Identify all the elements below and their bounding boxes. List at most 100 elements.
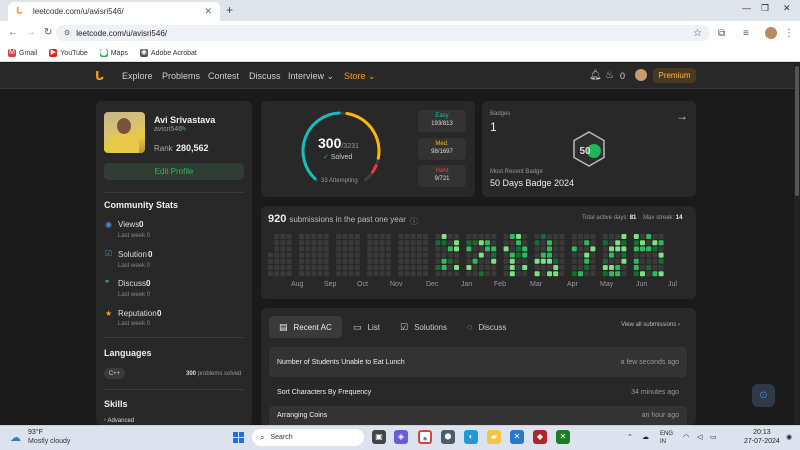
heatmap-cell[interactable] [317,240,323,246]
heatmap-cell[interactable] [466,234,472,239]
nav-problems[interactable]: Problems [162,71,200,81]
heatmap-cell[interactable] [423,271,428,277]
heatmap-cell[interactable] [485,271,490,277]
heatmap-cell[interactable] [540,271,546,277]
chrome-menu-icon[interactable]: ⋮ [784,28,794,39]
heatmap-cell[interactable] [342,234,348,239]
heatmap-cell[interactable] [311,246,317,252]
heatmap-cell[interactable] [280,258,286,264]
heatmap-cell[interactable] [509,265,515,270]
heatmap-cell[interactable] [578,252,583,258]
bookmark-maps[interactable]: ⬤ Maps [99,49,128,57]
heatmap-cell[interactable] [646,252,652,258]
tab-close-icon[interactable]: ✕ [204,6,212,17]
nav-explore[interactable]: Explore [122,71,153,81]
heatmap-cell[interactable] [323,246,329,252]
heatmap-cell[interactable] [553,234,559,239]
heatmap-cell[interactable] [646,246,652,252]
heatmap-cell[interactable] [491,265,497,270]
heatmap-cell[interactable] [658,271,664,277]
heatmap-cell[interactable] [472,252,478,258]
heatmap-cell[interactable] [404,265,410,270]
heatmap-cell[interactable] [485,240,490,246]
heatmap-cell[interactable] [640,240,645,246]
language-indicator[interactable]: ENG IN [660,430,673,446]
heatmap-cell[interactable] [547,258,552,264]
heatmap-cell[interactable] [540,234,546,239]
task-view-icon[interactable]: ▣ [372,430,386,444]
heatmap-cell[interactable] [602,252,608,258]
heatmap-cell[interactable] [578,271,583,277]
heatmap-cell[interactable] [354,265,360,270]
heatmap-cell[interactable] [410,240,416,246]
new-tab-button[interactable]: + [226,3,233,17]
heatmap-cell[interactable] [633,258,639,264]
heatmap-cell[interactable] [534,271,540,277]
heatmap-cell[interactable] [286,258,292,264]
bookmark-gmail[interactable]: M Gmail [8,49,37,57]
heatmap-cell[interactable] [485,258,490,264]
heatmap-cell[interactable] [354,252,360,258]
heatmap-cell[interactable] [447,258,453,264]
heatmap-cell[interactable] [317,252,323,258]
heatmap-cell[interactable] [590,252,596,258]
heatmap-cell[interactable] [590,258,596,264]
heatmap-cell[interactable] [299,271,304,277]
heatmap-cell[interactable] [547,265,552,270]
heatmap-cell[interactable] [646,240,652,246]
bookmark-adobe-acrobat[interactable]: ◉ Adobe Acrobat [139,49,197,57]
view-all-submissions-link[interactable]: View all submissions › [621,322,680,328]
heatmap-cell[interactable] [559,265,565,270]
heatmap-cell[interactable] [466,246,472,252]
heatmap-cell[interactable] [404,240,410,246]
heatmap-cell[interactable] [379,271,385,277]
heatmap-cell[interactable] [441,271,447,277]
heatmap-cell[interactable] [379,252,385,258]
heatmap-cell[interactable] [571,234,577,239]
heatmap-cell[interactable] [317,265,323,270]
heatmap-cell[interactable] [373,271,379,277]
heatmap-cell[interactable] [609,258,614,264]
heatmap-cell[interactable] [385,265,391,270]
heatmap-cell[interactable] [354,240,360,246]
heatmap-cell[interactable] [441,234,447,239]
heatmap-cell[interactable] [472,258,478,264]
heatmap-cell[interactable] [633,234,639,239]
heatmap-cell[interactable] [571,252,577,258]
heatmap-cell[interactable] [522,258,528,264]
heatmap-cell[interactable] [416,240,422,246]
heatmap-cell[interactable] [652,271,658,277]
heatmap-cell[interactable] [385,234,391,239]
heatmap-cell[interactable] [274,271,280,277]
heatmap-cell[interactable] [503,240,509,246]
heatmap-cell[interactable] [658,265,664,270]
heatmap-cell[interactable] [658,240,664,246]
heatmap-cell[interactable] [317,246,323,252]
premium-button[interactable]: Premium [653,68,696,83]
heatmap-cell[interactable] [410,265,416,270]
heatmap-cell[interactable] [354,271,360,277]
heatmap-cell[interactable] [658,234,664,239]
heatmap-cell[interactable] [299,234,304,239]
tab-recent-ac[interactable]: ▤ Recent AC [269,316,342,338]
heatmap-cell[interactable] [553,271,559,277]
heatmap-cell[interactable] [354,258,360,264]
heatmap-cell[interactable] [584,246,590,252]
bookmark-youtube[interactable]: ▶ YouTube [49,49,88,57]
heatmap-cell[interactable] [516,258,521,264]
heatmap-cell[interactable] [633,265,639,270]
taskbar-search[interactable]: ⌕ Search [252,429,364,446]
heatmap-cell[interactable] [274,258,280,264]
close-window-icon[interactable]: ✕ [783,3,791,14]
heatmap-cell[interactable] [516,246,521,252]
heatmap-cell[interactable] [367,234,373,239]
heatmap-cell[interactable] [385,246,391,252]
heatmap-cell[interactable] [379,240,385,246]
heatmap-cell[interactable] [280,265,286,270]
heatmap-cell[interactable] [299,240,304,246]
heatmap-cell[interactable] [478,258,484,264]
heatmap-cell[interactable] [615,265,621,270]
heatmap-cell[interactable] [441,258,447,264]
heatmap-cell[interactable] [423,252,428,258]
heatmap-cell[interactable] [323,234,329,239]
